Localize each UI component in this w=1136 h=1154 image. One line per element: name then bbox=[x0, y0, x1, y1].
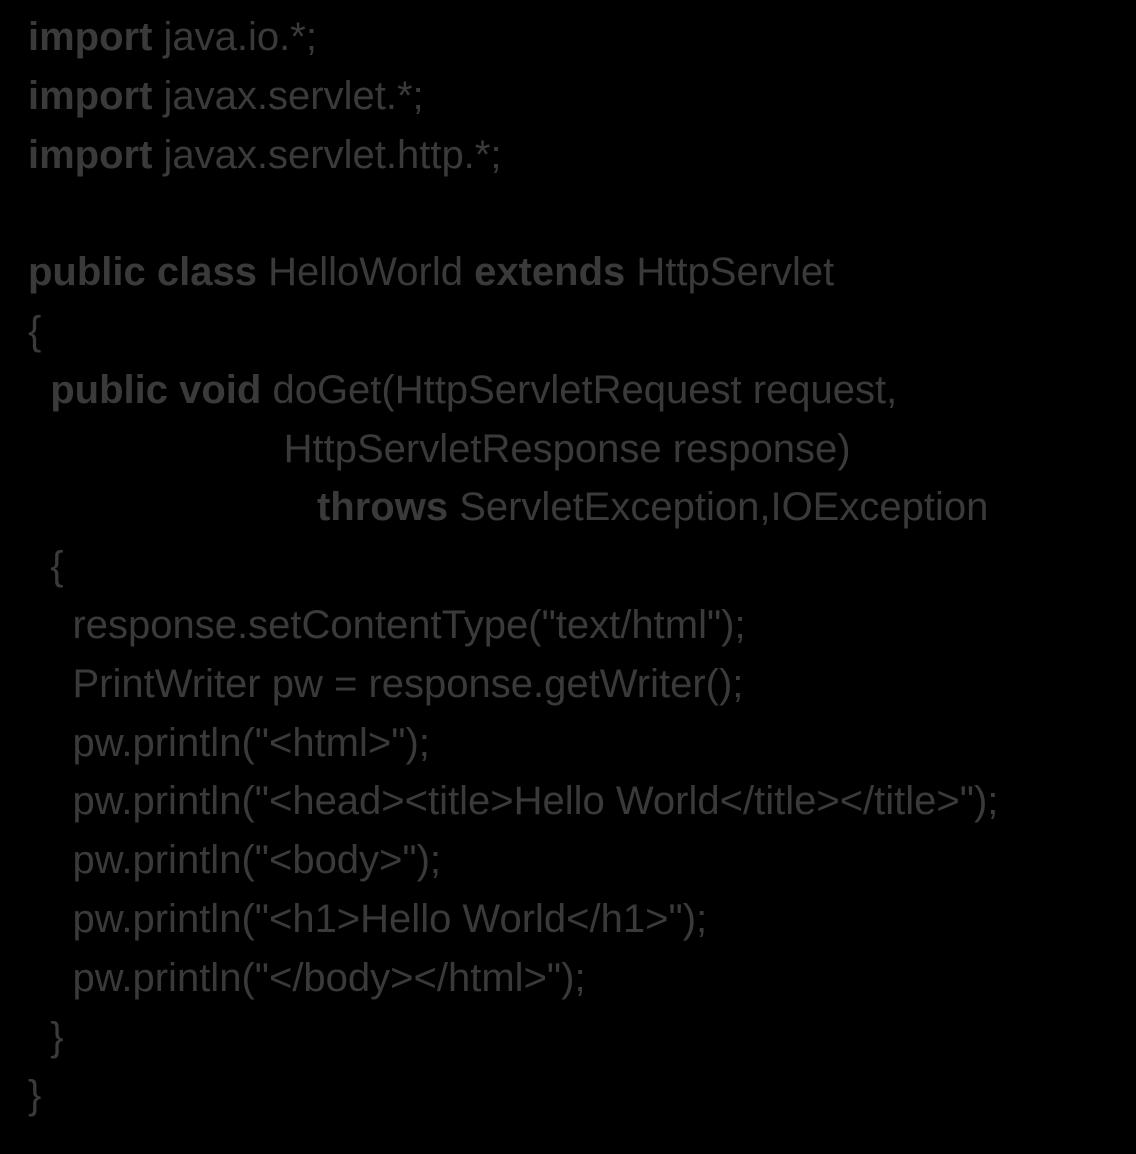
code-line: response.setContentType("text/html"); bbox=[28, 603, 746, 647]
code-line: HttpServletResponse response) bbox=[28, 427, 851, 471]
code-token: HttpServletResponse response) bbox=[28, 427, 851, 471]
code-line: pw.println("</body></html>"); bbox=[28, 956, 586, 1000]
code-line: } bbox=[28, 1073, 41, 1117]
code-token: javax.servlet.http.*; bbox=[164, 133, 502, 177]
code-token: HttpServlet bbox=[636, 250, 834, 294]
code-token bbox=[28, 485, 317, 529]
code-token: pw.println("<html>"); bbox=[28, 721, 430, 765]
code-line: pw.println("<head><title>Hello World</ti… bbox=[28, 779, 998, 823]
code-token: { bbox=[28, 309, 41, 353]
code-token: import bbox=[28, 74, 164, 118]
code-line: public class HelloWorld extends HttpServ… bbox=[28, 250, 834, 294]
code-token: pw.println("<h1>Hello World</h1>"); bbox=[28, 897, 707, 941]
code-line: { bbox=[28, 309, 41, 353]
code-line: import javax.servlet.*; bbox=[28, 74, 424, 118]
code-token: response.setContentType("text/html"); bbox=[28, 603, 746, 647]
code-token: pw.println("</body></html>"); bbox=[28, 956, 586, 1000]
code-token: pw.println("<head><title>Hello World</ti… bbox=[28, 779, 998, 823]
code-token: HelloWorld bbox=[268, 250, 474, 294]
code-line: { bbox=[28, 544, 64, 588]
code-line: pw.println("<h1>Hello World</h1>"); bbox=[28, 897, 707, 941]
code-token: import bbox=[28, 133, 164, 177]
code-token: { bbox=[28, 544, 64, 588]
code-token: extends bbox=[474, 250, 636, 294]
code-token: pw.println("<body>"); bbox=[28, 838, 441, 882]
code-line: pw.println("<html>"); bbox=[28, 721, 430, 765]
code-line: } bbox=[28, 1015, 64, 1059]
code-block: import java.io.*; import javax.servlet.*… bbox=[0, 0, 1136, 1133]
code-token: doGet(HttpServletRequest request, bbox=[272, 368, 897, 412]
code-line: throws ServletException,IOException bbox=[28, 485, 988, 529]
code-line: pw.println("<body>"); bbox=[28, 838, 441, 882]
code-token: import bbox=[28, 15, 164, 59]
code-token: java.io.*; bbox=[164, 15, 317, 59]
code-token: public void bbox=[28, 368, 272, 412]
code-token: ServletException,IOException bbox=[459, 485, 988, 529]
code-token: public class bbox=[28, 250, 268, 294]
code-line: import javax.servlet.http.*; bbox=[28, 133, 501, 177]
code-line: public void doGet(HttpServletRequest req… bbox=[28, 368, 897, 412]
code-token: } bbox=[28, 1073, 41, 1117]
code-line: PrintWriter pw = response.getWriter(); bbox=[28, 662, 743, 706]
code-token: throws bbox=[317, 485, 459, 529]
code-token: } bbox=[28, 1015, 64, 1059]
code-line: import java.io.*; bbox=[28, 15, 317, 59]
code-token: javax.servlet.*; bbox=[164, 74, 424, 118]
code-token: PrintWriter pw = response.getWriter(); bbox=[28, 662, 743, 706]
